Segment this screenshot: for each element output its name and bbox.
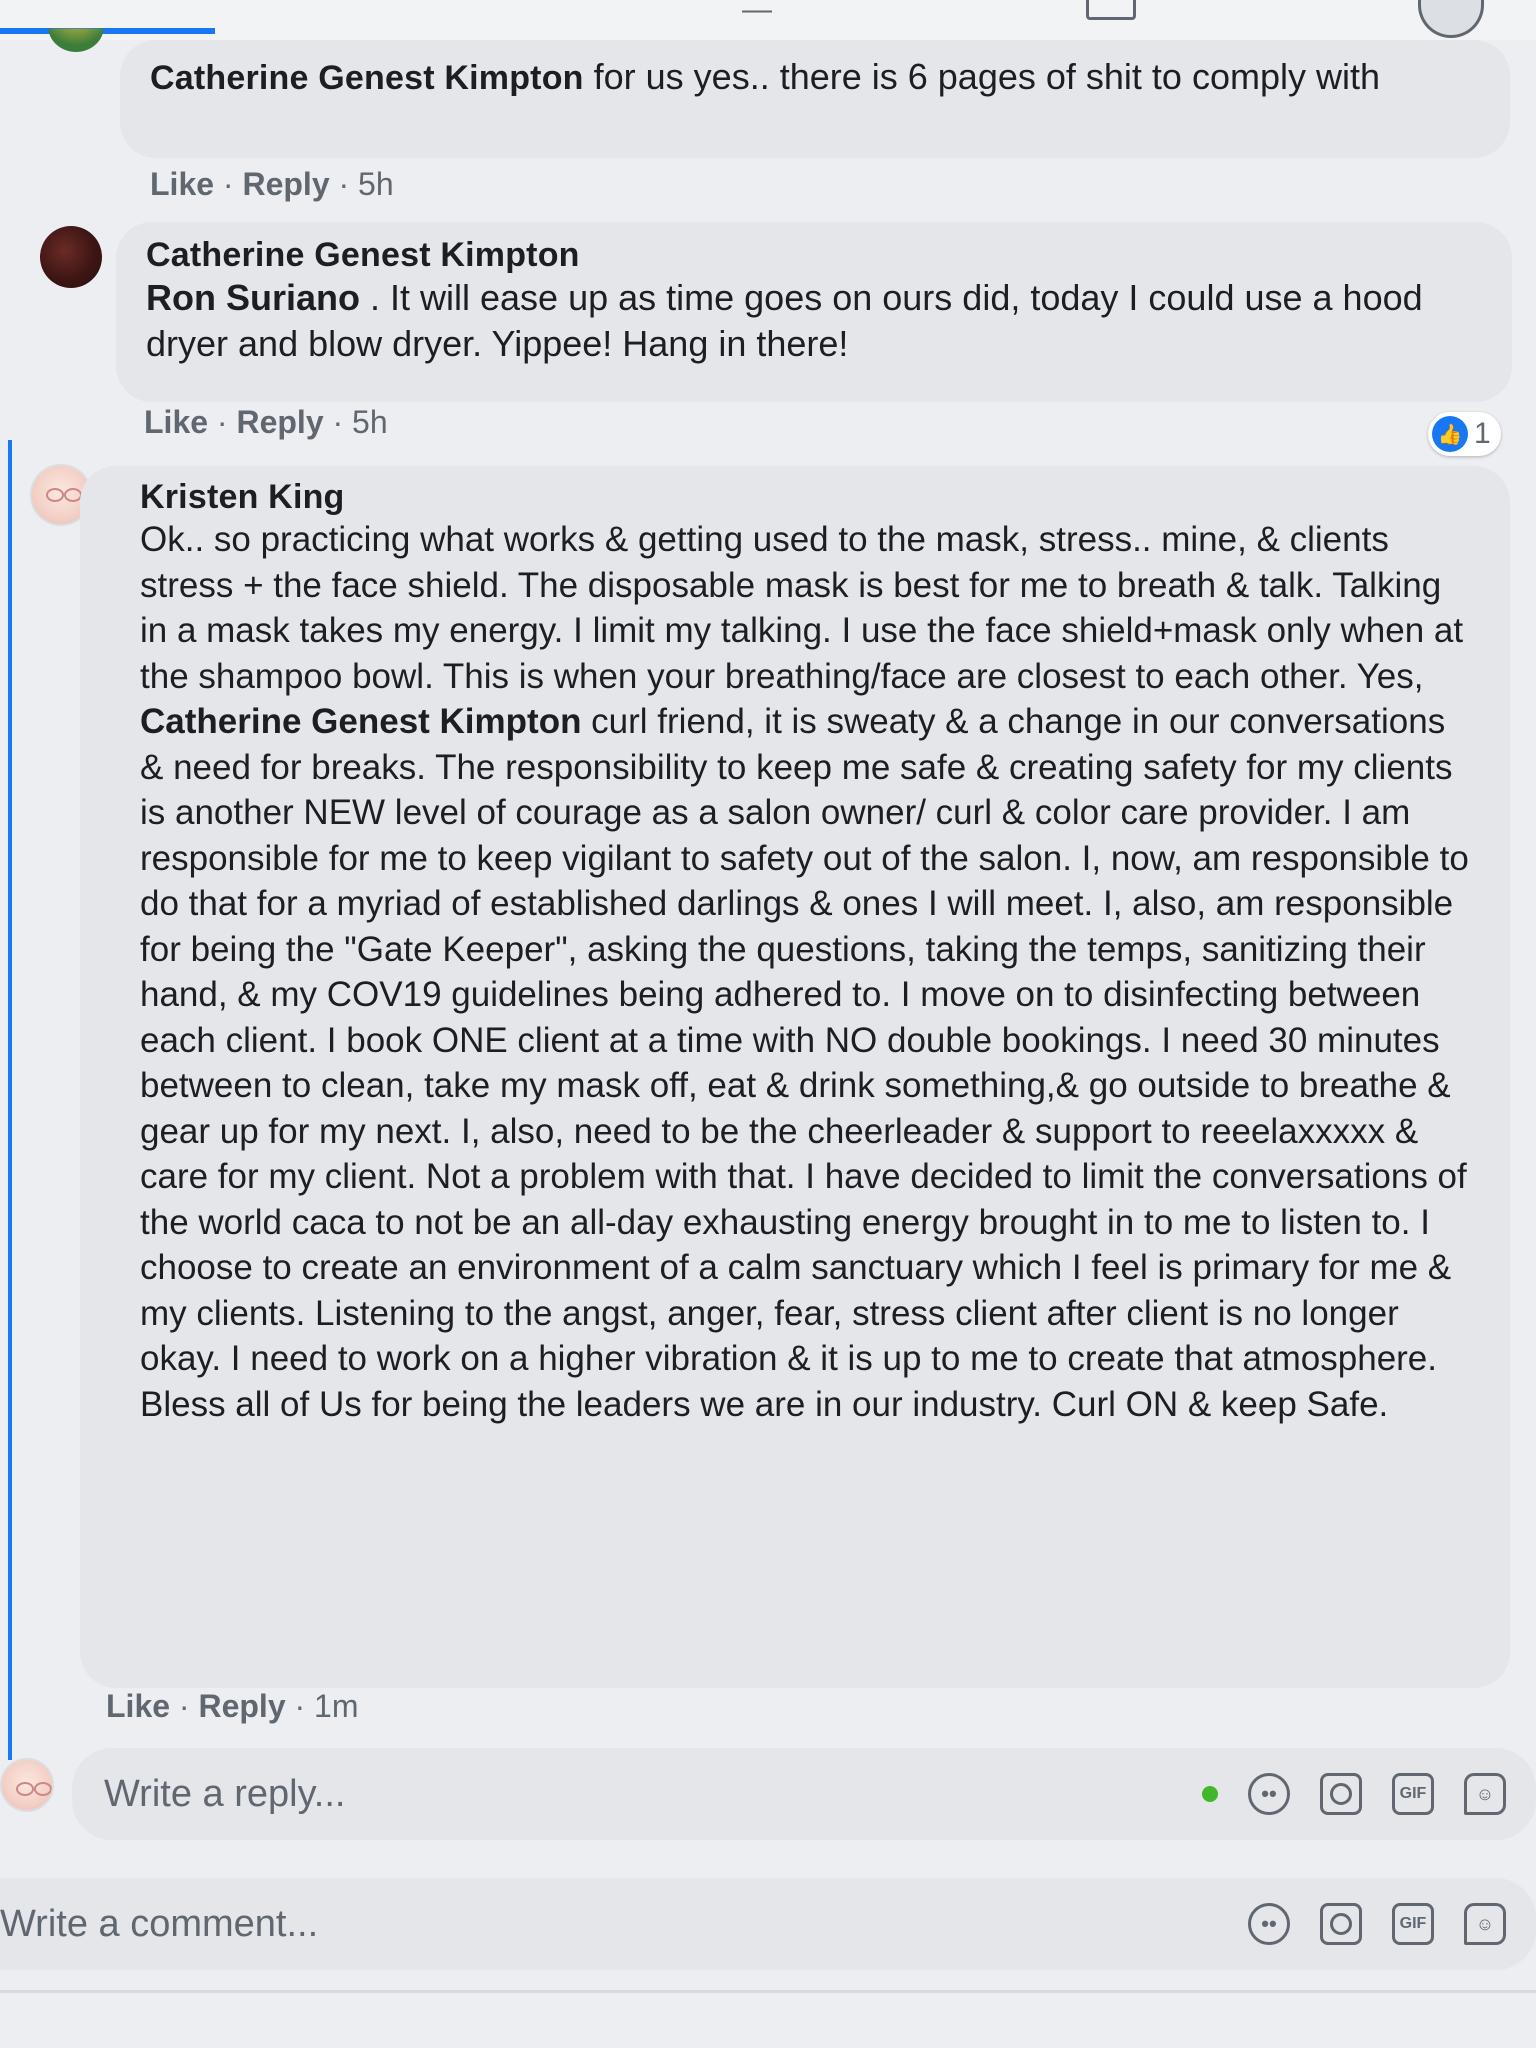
previous-commenter-avatar[interactable] (48, 28, 104, 52)
comment-bubble: Kristen King Ok.. so practicing what wor… (80, 466, 1510, 1688)
reply-thread-line (8, 440, 12, 1760)
marketplace-icon[interactable] (1086, 0, 1136, 20)
active-tab-indicator (0, 28, 215, 34)
reply-input-box[interactable]: •• GIF ☺ (72, 1748, 1536, 1840)
avatar[interactable] (40, 226, 102, 288)
comment-author[interactable]: Catherine Genest Kimpton (146, 236, 1482, 275)
timestamp[interactable]: 5h (358, 166, 394, 202)
comment-bubble: Catherine Genest Kimpton for us yes.. th… (120, 40, 1510, 158)
like-link[interactable]: Like (106, 1688, 170, 1724)
comment-bubble: Catherine Genest Kimpton Ron Suriano . I… (116, 222, 1512, 402)
reply-link[interactable]: Reply (198, 1688, 285, 1724)
camera-icon[interactable] (1320, 1773, 1362, 1815)
comment-text: Ron Suriano . It will ease up as time go… (146, 277, 1423, 364)
comment-text: Ok.. so practicing what works & getting … (140, 520, 1469, 1424)
reply-link[interactable]: Reply (236, 404, 323, 440)
timestamp[interactable]: 5h (352, 404, 388, 440)
comment-actions: Like · Reply · 5h (150, 166, 394, 202)
emoji-icon[interactable]: •• (1248, 1773, 1290, 1815)
comment-author[interactable]: Kristen King (140, 478, 1474, 517)
camera-icon[interactable] (1320, 1903, 1362, 1945)
comment-actions: Like · Reply · 5h (144, 404, 388, 440)
comment-toolbar: •• GIF ☺ (1248, 1903, 1506, 1945)
reply-toolbar: •• GIF ☺ (1202, 1773, 1506, 1815)
emoji-icon[interactable]: •• (1248, 1903, 1290, 1945)
divider (0, 1990, 1536, 1993)
mention-link[interactable]: Catherine Genest Kimpton (140, 702, 581, 741)
comment-thread-page: — Catherine Genest Kimpton for us yes.. … (0, 0, 1536, 2048)
like-link[interactable]: Like (144, 404, 208, 440)
reply-input[interactable] (104, 1748, 1202, 1840)
reaction-count: 1 (1474, 417, 1491, 450)
current-user-avatar (0, 1758, 54, 1812)
timestamp[interactable]: 1m (314, 1688, 358, 1724)
comment-input[interactable] (0, 1878, 1248, 1970)
comment-input-box[interactable]: •• GIF ☺ (0, 1878, 1536, 1970)
reaction-badge[interactable]: 👍 1 (1428, 412, 1501, 456)
comment-author[interactable]: Catherine Genest Kimpton (150, 59, 584, 97)
reply-link[interactable]: Reply (242, 166, 329, 202)
menu-icon[interactable]: — (742, 0, 772, 25)
sticker-icon[interactable]: ☺ (1464, 1903, 1506, 1945)
gif-icon[interactable]: GIF (1392, 1773, 1434, 1815)
like-link[interactable]: Like (150, 166, 214, 202)
top-toolbar: — (0, 0, 1536, 52)
sticker-icon[interactable]: ☺ (1464, 1773, 1506, 1815)
groups-icon[interactable] (1418, 0, 1484, 38)
comment-actions: Like · Reply · 1m (106, 1688, 359, 1724)
thumbs-up-icon: 👍 (1432, 416, 1468, 452)
comment-text: Catherine Genest Kimpton for us yes.. th… (150, 56, 1380, 97)
online-status-dot (1202, 1786, 1218, 1802)
mention-link[interactable]: Ron Suriano (146, 277, 360, 318)
gif-icon[interactable]: GIF (1392, 1903, 1434, 1945)
